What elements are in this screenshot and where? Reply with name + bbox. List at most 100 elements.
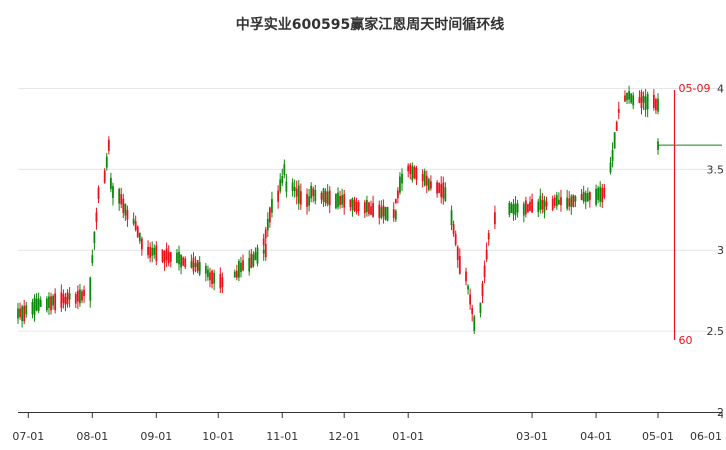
candle-body — [23, 305, 26, 322]
candle-body — [450, 210, 453, 226]
candle-body — [198, 262, 201, 275]
candle-body — [279, 179, 282, 192]
candle-body — [312, 188, 315, 197]
candle-body — [176, 252, 178, 263]
candle-body — [574, 196, 577, 202]
candle-body — [297, 185, 300, 204]
candle-body — [242, 260, 244, 271]
candle-body — [126, 209, 129, 220]
candle-body — [250, 253, 253, 268]
candle-body — [626, 92, 628, 101]
candle-body — [213, 272, 216, 284]
candle-body — [233, 271, 236, 278]
candle-body — [384, 206, 387, 220]
candle-body — [132, 218, 135, 224]
x-tick-label: 08-01 — [76, 430, 108, 443]
candle-body — [609, 162, 612, 173]
cycle-marker-date-label: 05-09 — [679, 82, 711, 95]
candle-body — [487, 233, 490, 240]
candle-body — [264, 243, 267, 258]
candle-body — [194, 262, 197, 268]
candle-body — [134, 221, 137, 230]
cycle-overlay: 05-09 60 — [658, 82, 722, 347]
candle-body — [603, 187, 606, 198]
candle-body — [48, 296, 50, 308]
candle-body — [351, 198, 354, 211]
candle-body — [308, 196, 310, 206]
candle-body — [479, 302, 482, 313]
x-tick-label: 10-01 — [202, 430, 234, 443]
candle-body — [444, 187, 447, 202]
candle-body — [37, 298, 40, 312]
candle-body — [353, 200, 356, 211]
candle-body — [473, 316, 476, 331]
candle-body — [423, 171, 426, 186]
candle-body — [613, 132, 616, 149]
candle-body — [277, 190, 280, 202]
candle-body — [436, 182, 438, 194]
candle-body — [442, 182, 445, 199]
candle-body — [401, 173, 403, 184]
candle-body — [262, 249, 265, 254]
candle-body — [207, 269, 209, 278]
candle-body — [508, 202, 511, 215]
candle-body — [560, 197, 562, 206]
candle-body — [386, 206, 389, 221]
candle-body — [452, 224, 455, 234]
candle-body — [537, 201, 540, 213]
candle-body — [465, 271, 467, 282]
candle-body — [407, 165, 410, 172]
candle-body — [339, 196, 341, 205]
candle-body — [415, 167, 418, 180]
candle-body — [324, 191, 327, 203]
candle-body — [510, 203, 513, 213]
candle-body — [120, 194, 123, 205]
candle-body — [169, 252, 172, 262]
candle-body — [494, 212, 496, 225]
candle-body — [31, 301, 34, 315]
candle-body — [209, 272, 211, 281]
candle-body — [349, 199, 352, 208]
candle-body — [79, 289, 81, 304]
candle-body — [483, 265, 486, 278]
candle-body — [196, 260, 199, 271]
candle-body — [93, 231, 96, 244]
candle-body — [35, 298, 38, 311]
candle-body — [60, 292, 63, 308]
candle-body — [657, 98, 659, 112]
candle-body — [182, 257, 185, 266]
chart: 中孚实业600595赢家江恩周天时间循环线 05-09 60 07-01 08-01… — [12, 16, 724, 443]
candle-body — [83, 289, 85, 296]
x-tick-label: 04-01 — [580, 430, 612, 443]
candle-body — [427, 179, 430, 190]
candle-body — [624, 95, 626, 102]
candle-body — [52, 295, 54, 306]
candle-body — [438, 182, 441, 193]
candle-body — [46, 298, 48, 311]
candle-body — [283, 164, 286, 175]
candle-body — [266, 218, 269, 231]
candle-body — [204, 265, 207, 274]
candle-body — [529, 201, 531, 211]
candle-body — [421, 174, 424, 181]
candle-body — [632, 95, 635, 106]
x-tick-label: 01-01 — [392, 430, 424, 443]
candle-body — [192, 257, 195, 272]
candlestick-series — [17, 85, 659, 334]
candle-body — [642, 95, 645, 103]
candle-body — [314, 189, 317, 201]
candle-body — [555, 195, 558, 207]
candle-body — [485, 249, 488, 260]
candle-body — [153, 247, 156, 255]
candle-body — [39, 299, 42, 307]
candle-body — [262, 238, 265, 245]
candle-body — [341, 195, 344, 205]
candle-body — [285, 181, 288, 192]
candle-body — [62, 293, 65, 303]
cycle-marker-value-label: 60 — [679, 334, 693, 347]
candle-body — [328, 190, 331, 206]
candle-body — [597, 187, 600, 200]
candle-body — [382, 205, 385, 217]
candle-body — [516, 203, 519, 213]
candle-body — [50, 296, 52, 311]
